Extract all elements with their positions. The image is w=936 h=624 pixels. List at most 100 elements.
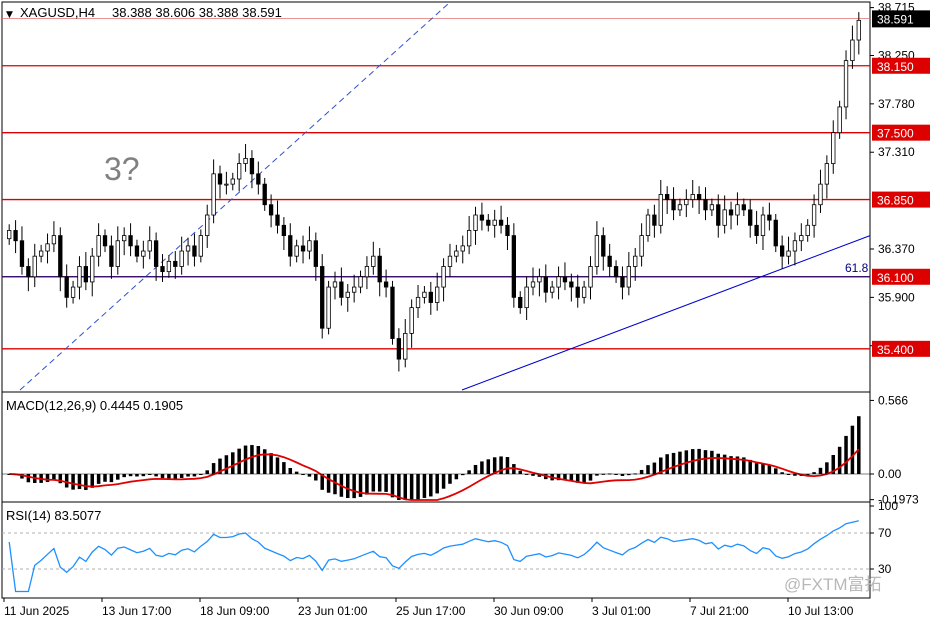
candle[interactable] <box>613 260 619 283</box>
candle[interactable] <box>792 232 798 266</box>
candle[interactable] <box>422 286 427 304</box>
candle[interactable] <box>173 251 178 279</box>
candle[interactable] <box>486 213 491 232</box>
candle[interactable] <box>7 224 12 245</box>
candle[interactable] <box>537 268 542 297</box>
candle[interactable] <box>128 223 133 257</box>
candle[interactable] <box>754 210 759 244</box>
candle[interactable] <box>716 194 721 238</box>
candle[interactable] <box>709 198 715 217</box>
candle[interactable] <box>153 232 159 281</box>
candle[interactable] <box>77 256 82 300</box>
candle[interactable] <box>383 269 389 298</box>
candle[interactable] <box>237 153 242 192</box>
wave-label[interactable]: 3? <box>104 151 140 187</box>
candle[interactable] <box>447 243 453 277</box>
candle[interactable] <box>19 226 25 275</box>
candle[interactable] <box>779 235 785 269</box>
candle[interactable] <box>735 192 740 226</box>
candle[interactable] <box>805 219 810 242</box>
candle[interactable] <box>639 223 644 267</box>
candle[interactable] <box>390 280 395 345</box>
candle[interactable] <box>256 161 261 195</box>
chart-window[interactable]: 61.8 38.71538.25037.78037.31036.37035.90… <box>0 0 936 624</box>
candle[interactable] <box>205 204 210 248</box>
rsi-pane[interactable] <box>2 520 870 593</box>
candle[interactable] <box>371 241 376 275</box>
candle[interactable] <box>211 159 216 224</box>
candle[interactable] <box>633 247 638 281</box>
candle[interactable] <box>690 180 695 208</box>
candle[interactable] <box>760 206 766 251</box>
candle[interactable] <box>498 205 504 234</box>
candle[interactable] <box>518 291 523 314</box>
candle[interactable] <box>658 180 663 234</box>
candle[interactable] <box>505 217 510 251</box>
candle[interactable] <box>441 258 446 302</box>
candle[interactable] <box>811 194 817 238</box>
rsi-line[interactable] <box>8 520 859 593</box>
candle[interactable] <box>294 239 299 263</box>
candle[interactable] <box>83 252 89 291</box>
candle[interactable] <box>831 120 836 174</box>
candle[interactable] <box>524 276 529 321</box>
candle[interactable] <box>396 328 402 372</box>
candle[interactable] <box>741 198 746 217</box>
candle[interactable] <box>141 240 146 269</box>
candle[interactable] <box>192 233 197 267</box>
candle[interactable] <box>198 229 203 263</box>
candle[interactable] <box>767 202 772 231</box>
candle[interactable] <box>543 264 548 303</box>
candle[interactable] <box>300 235 306 264</box>
candle[interactable] <box>70 280 76 304</box>
candle[interactable] <box>556 266 561 300</box>
candle[interactable] <box>313 232 318 281</box>
candle[interactable] <box>569 273 574 302</box>
candle[interactable] <box>230 172 235 191</box>
candle[interactable] <box>109 235 114 279</box>
candle[interactable] <box>13 220 18 254</box>
candle[interactable] <box>51 221 57 253</box>
candle[interactable] <box>850 25 855 69</box>
candle[interactable] <box>492 209 497 238</box>
candle[interactable] <box>748 199 753 238</box>
candle[interactable] <box>843 50 849 120</box>
candle[interactable] <box>307 226 312 260</box>
candle[interactable] <box>134 239 140 263</box>
candle[interactable] <box>652 204 657 238</box>
candle[interactable] <box>607 243 612 277</box>
candle[interactable] <box>530 267 536 296</box>
candle[interactable] <box>671 187 676 221</box>
candle[interactable] <box>473 206 478 245</box>
trendline[interactable] <box>461 235 871 391</box>
candle[interactable] <box>288 223 293 267</box>
candle[interactable] <box>550 280 555 299</box>
candle[interactable] <box>262 177 267 211</box>
candle[interactable] <box>460 235 465 264</box>
candle[interactable] <box>466 216 472 255</box>
candle[interactable] <box>90 247 95 297</box>
candle[interactable] <box>224 171 229 195</box>
candle[interactable] <box>345 283 350 312</box>
candle[interactable] <box>786 236 791 265</box>
candle[interactable] <box>38 244 44 263</box>
candle[interactable] <box>339 267 344 306</box>
candle[interactable] <box>275 200 280 234</box>
candle[interactable] <box>243 143 248 172</box>
candle[interactable] <box>326 280 331 335</box>
symbol-collapse-triangle[interactable]: ▼ <box>6 10 13 20</box>
candle[interactable] <box>728 201 734 230</box>
macd-pane[interactable] <box>2 416 870 501</box>
candle[interactable] <box>102 229 108 253</box>
candle[interactable] <box>409 299 414 348</box>
price-pane[interactable]: 61.8 <box>2 3 871 391</box>
candle[interactable] <box>626 252 631 296</box>
candle[interactable] <box>594 221 600 275</box>
candle[interactable] <box>799 223 804 252</box>
candle[interactable] <box>415 285 421 318</box>
candle[interactable] <box>320 254 325 339</box>
candle[interactable] <box>185 237 191 266</box>
candle[interactable] <box>575 274 580 308</box>
candle[interactable] <box>217 165 223 199</box>
candle[interactable] <box>160 254 165 282</box>
